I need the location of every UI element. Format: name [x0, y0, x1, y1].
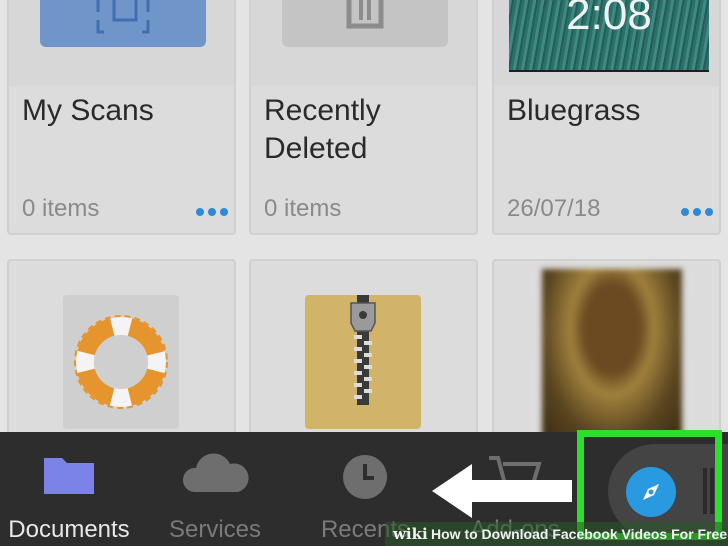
- more-options-icon[interactable]: [681, 208, 713, 216]
- file-card-bluegrass[interactable]: 2:08 Bluegrass 26/07/18: [492, 0, 721, 235]
- tab-services[interactable]: Services: [148, 432, 282, 546]
- more-options-icon[interactable]: [196, 208, 228, 216]
- left-arrow-icon: [432, 464, 572, 518]
- thumbnail-time: 2:08: [566, 0, 652, 39]
- card-title: My Scans: [22, 94, 154, 127]
- folder-card-my-scans[interactable]: My Scans 0 items: [7, 0, 236, 235]
- card-item-count: 0 items: [22, 195, 100, 222]
- file-card-archive[interactable]: [249, 259, 478, 432]
- lifebuoy-icon: [63, 295, 179, 429]
- tab-label: Services: [168, 516, 262, 543]
- card-date: 26/07/18: [507, 195, 601, 222]
- trash-icon: [282, 0, 448, 47]
- mona-lisa-thumbnail: [542, 269, 682, 432]
- card-title: Recently Deleted: [264, 94, 381, 165]
- card-title: Bluegrass: [507, 94, 641, 127]
- file-card-help[interactable]: [7, 259, 236, 432]
- clock-icon: [340, 452, 390, 507]
- cloud-icon: [180, 452, 250, 503]
- folder-icon: [42, 452, 96, 501]
- tab-label: Documents: [8, 516, 130, 543]
- tab-documents[interactable]: Documents: [0, 432, 138, 546]
- card-item-count: 0 items: [264, 195, 342, 222]
- watermark-title: How to Download Facebook Videos For Free: [431, 526, 728, 542]
- scan-document-icon: [40, 0, 206, 47]
- watermark-wiki: wiki: [393, 525, 428, 543]
- zip-archive-icon: [305, 295, 421, 429]
- folder-card-recently-deleted[interactable]: Recently Deleted 0 items: [249, 0, 478, 235]
- documents-grid: My Scans 0 items Recently Deleted 0 item…: [0, 0, 728, 432]
- watermark: wiki How to Download Facebook Videos For…: [385, 522, 728, 546]
- video-thumbnail: 2:08: [509, 0, 709, 72]
- file-card-image[interactable]: [492, 259, 721, 432]
